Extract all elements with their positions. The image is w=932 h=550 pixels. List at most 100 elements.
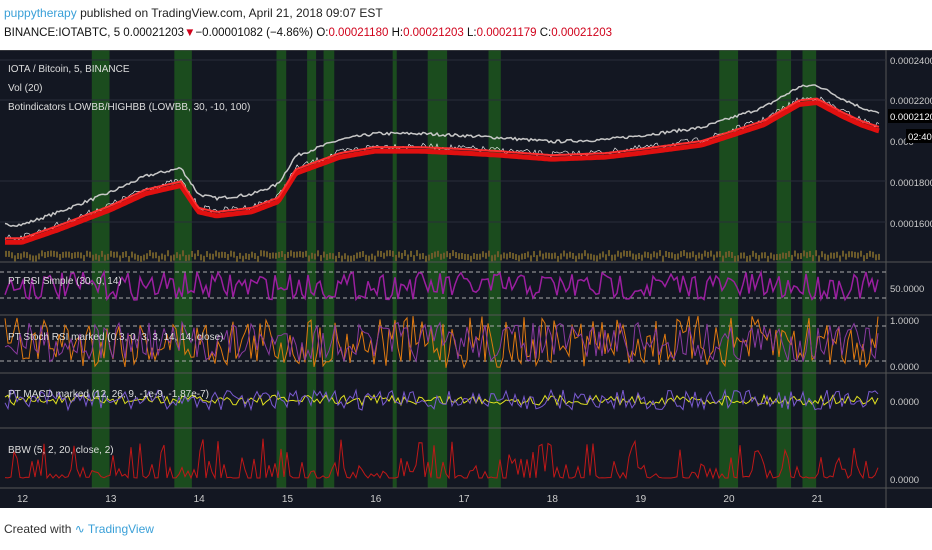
volume-bar: [23, 251, 25, 258]
volume-bar: [821, 251, 823, 258]
volume-bar: [758, 255, 760, 262]
volume-bar: [92, 254, 94, 261]
volume-bar: [20, 253, 22, 260]
volume-bar: [776, 254, 778, 261]
publish-info: puppytherapy published on TradingView.co…: [4, 6, 383, 20]
volume-bar: [161, 253, 163, 260]
volume-bar: [743, 252, 745, 259]
volume-bar: [293, 251, 295, 258]
volume-bar: [395, 254, 397, 261]
volume-bar: [581, 253, 583, 260]
volume-bar: [272, 252, 274, 259]
volume-bar: [755, 252, 757, 259]
volume-bar: [284, 254, 286, 261]
volume-bar: [200, 254, 202, 261]
volume-bar: [239, 252, 241, 259]
volume-bar: [410, 250, 412, 257]
botindicators-title: Botindicators LOWBB/HIGHBB (LOWBB, 30, -…: [8, 102, 250, 113]
day-tick: 15: [282, 494, 294, 505]
volume-bar: [842, 250, 844, 257]
volume-bar: [596, 255, 598, 262]
volume-bar: [176, 252, 178, 259]
volume-bar: [29, 254, 31, 261]
volume-bar: [872, 251, 874, 258]
volume-bar: [311, 252, 313, 259]
stoch-tick: 1.0000: [890, 316, 919, 327]
volume-bar: [746, 255, 748, 262]
chart-area[interactable]: IOTA / Bitcoin, 5, BINANCE Vol (20) Boti…: [0, 49, 932, 508]
volume-bar: [599, 253, 601, 260]
volume-bar: [854, 251, 856, 258]
volume-bar: [170, 255, 172, 262]
volume-bar: [521, 253, 523, 260]
volume-bar: [878, 253, 880, 260]
day-tick: 18: [547, 494, 559, 505]
l-label: L:: [467, 27, 477, 39]
volume-bar: [389, 250, 391, 257]
volume-bar: [839, 255, 841, 262]
tradingview-link[interactable]: TradingView: [88, 522, 154, 536]
volume-bar: [236, 255, 238, 262]
volume-bar: [242, 255, 244, 262]
volume-bar: [182, 250, 184, 257]
volume-bar: [47, 251, 49, 258]
volume-bar: [125, 251, 127, 258]
volume-bar: [617, 250, 619, 257]
volume-bar: [302, 251, 304, 258]
volume-bar: [290, 250, 292, 257]
chart-svg[interactable]: IOTA / Bitcoin, 5, BINANCE Vol (20) Boti…: [0, 49, 932, 508]
volume-bar: [695, 254, 697, 261]
volume-bar: [296, 251, 298, 258]
volume-bar: [44, 252, 46, 259]
volume-bar: [365, 254, 367, 261]
volume-bar: [623, 250, 625, 257]
down-arrow-icon: ▼: [184, 27, 196, 39]
volume-bar: [605, 254, 607, 261]
volume-bar: [314, 253, 316, 260]
volume-bar: [323, 251, 325, 258]
signal-band: [91, 50, 110, 488]
volume-bar: [404, 250, 406, 257]
volume-bar: [524, 253, 526, 260]
volume-bar: [731, 251, 733, 258]
day-tick: 14: [194, 494, 206, 505]
volume-bar: [587, 253, 589, 260]
volume-bar: [734, 255, 736, 262]
volume-bar: [215, 250, 217, 257]
volume-bar: [71, 252, 73, 259]
volume-bar: [347, 255, 349, 262]
volume-bar: [134, 253, 136, 260]
volume-bar: [749, 255, 751, 262]
c-label: C:: [539, 27, 552, 39]
volume-bar: [653, 251, 655, 258]
last-price: 0.00021203: [123, 27, 185, 39]
footer: Created with ∿ TradingView: [4, 522, 154, 536]
volume-bar: [377, 250, 379, 257]
volume-bar: [119, 255, 121, 262]
volume-bar: [419, 253, 421, 260]
volume-bar: [350, 255, 352, 262]
volume-bar: [764, 252, 766, 259]
volume-bar: [353, 254, 355, 261]
volume-bar: [875, 254, 877, 261]
current-price: 0.00021203: [890, 112, 932, 123]
volume-bar: [14, 255, 16, 262]
volume-bar: [146, 253, 148, 260]
volume-bar: [257, 255, 259, 262]
volume-bar: [335, 255, 337, 262]
high: 0.00021203: [403, 27, 464, 39]
volume-bar: [593, 254, 595, 261]
volume-bar: [512, 252, 514, 259]
volume-bar: [554, 252, 556, 259]
volume-bar: [317, 250, 319, 257]
volume-bar: [650, 253, 652, 260]
volume-bar: [113, 251, 115, 258]
volume-bar: [692, 251, 694, 258]
volume-bar: [542, 253, 544, 260]
author-link[interactable]: puppytherapy: [4, 6, 77, 20]
volume-bar: [233, 251, 235, 258]
volume-bar: [275, 252, 277, 259]
volume-bar: [320, 255, 322, 262]
volume-bar: [851, 251, 853, 258]
signal-band: [174, 50, 192, 488]
